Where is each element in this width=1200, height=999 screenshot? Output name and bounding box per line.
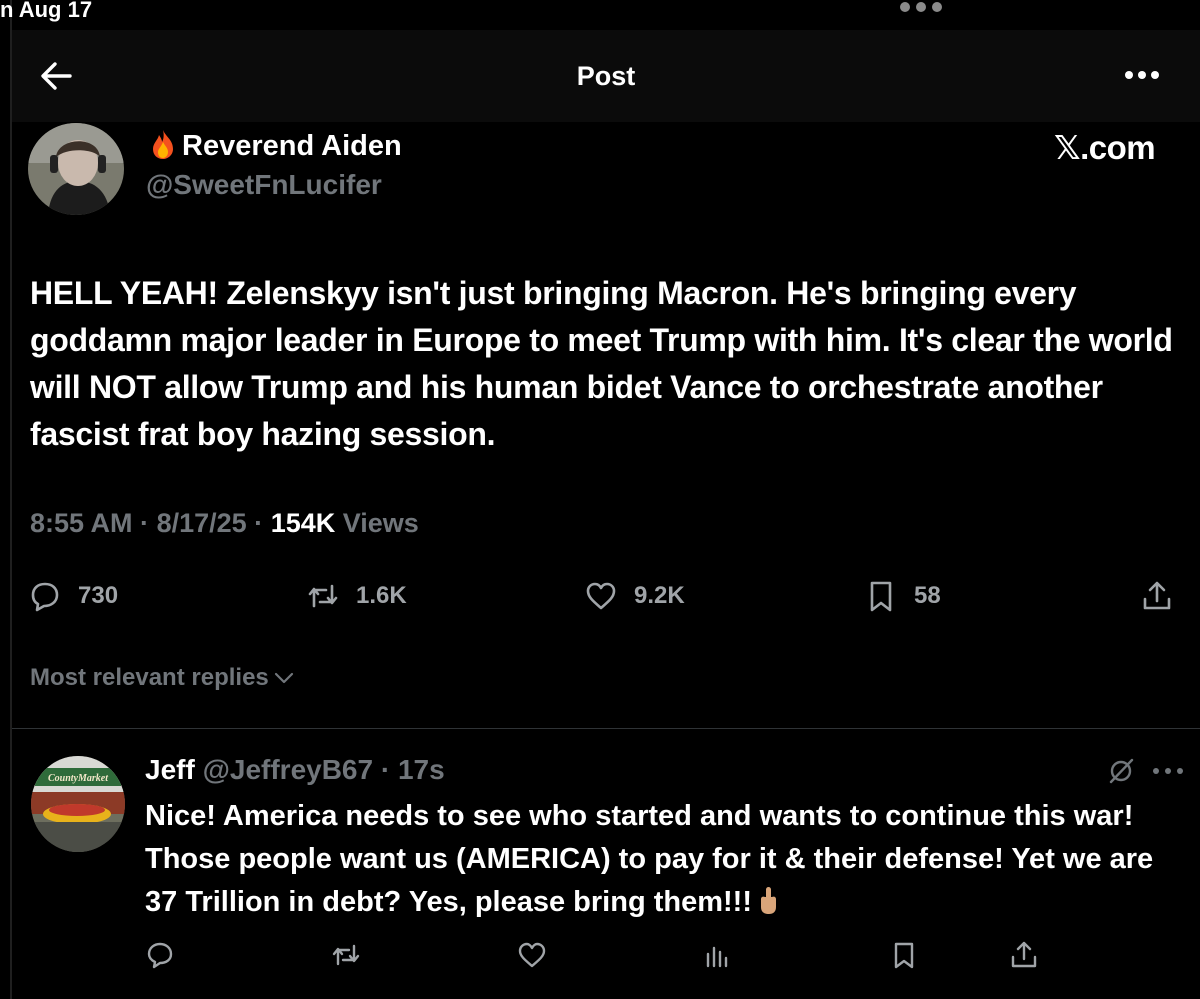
post-text: HELL YEAH! Zelenskyy isn't just bringing… (30, 275, 1173, 452)
reply-header: Jeff @JeffreyB67 · 17s (145, 754, 445, 786)
heart-icon (586, 582, 616, 610)
bookmark-count: 58 (914, 582, 941, 609)
reply-author-handle[interactable]: @JeffreyB67 (203, 754, 374, 785)
author-name[interactable]: Reverend Aiden (148, 128, 402, 163)
meta-separator: · (254, 508, 264, 538)
author-avatar[interactable] (28, 123, 124, 215)
reply-comment-icon[interactable] (145, 940, 175, 970)
post-date: 8/17/25 (156, 508, 247, 538)
reply-bookmark-icon[interactable] (889, 940, 919, 970)
replies-sort-label: Most relevant replies (30, 664, 269, 691)
reply-bar-chart-icon[interactable] (703, 940, 733, 970)
share-button[interactable] (1140, 578, 1190, 614)
page-title: Post (576, 61, 636, 91)
status-date: n Aug 17 (0, 0, 93, 22)
like-count: 9.2K (634, 582, 685, 609)
author-handle[interactable]: @SweetFnLucifer (146, 169, 382, 201)
replies-sort-dropdown[interactable]: Most relevant replies (30, 664, 295, 692)
reply-author-name[interactable]: Jeff (145, 754, 195, 785)
reply-avatar[interactable]: CountyMarket (31, 756, 125, 852)
reply-heart-icon[interactable] (517, 940, 547, 970)
reply-repost-icon[interactable] (331, 940, 361, 970)
reply-text-body: Nice! America needs to see who started a… (145, 800, 1154, 918)
section-divider (12, 728, 1200, 729)
reply-time: 17s (397, 754, 445, 785)
repost-button[interactable]: 1.6K (306, 578, 407, 614)
middle-finger-emoji-icon (760, 887, 776, 914)
top-header: Post (12, 30, 1200, 122)
reply-count: 730 (78, 582, 119, 609)
reply-text: Nice! America needs to see who started a… (145, 795, 1185, 924)
views-label: Views (342, 508, 419, 538)
x-watermark: 𝕏.com (1054, 129, 1156, 166)
status-bar: n Aug 17 (0, 0, 1200, 30)
views-count: 154K (270, 508, 336, 538)
like-button[interactable]: 9.2K (584, 578, 685, 614)
more-horizontal-icon[interactable] (1152, 764, 1184, 778)
store-sign-text: CountyMarket (48, 773, 109, 784)
repost-icon (308, 584, 338, 608)
meta-separator: · (380, 754, 391, 785)
bookmark-icon (870, 581, 892, 612)
grok-icon[interactable] (1106, 756, 1136, 786)
repost-count: 1.6K (356, 582, 407, 609)
fire-emoji-icon (153, 130, 173, 159)
bookmark-button[interactable]: 58 (864, 578, 941, 614)
post-meta: 8:55 AM · 8/17/25 · 154K Views (30, 508, 419, 539)
multitasking-dots-icon[interactable] (900, 2, 942, 16)
chevron-down-icon (274, 672, 293, 684)
author-name-text: Reverend Aiden (182, 130, 402, 162)
more-horizontal-icon[interactable] (1124, 60, 1160, 90)
meta-separator: · (140, 508, 150, 538)
reply-share-icon[interactable] (1009, 940, 1039, 970)
share-icon (1143, 581, 1171, 610)
comment-icon (31, 582, 59, 612)
post-time: 8:55 AM (30, 508, 133, 538)
reply-button[interactable]: 730 (28, 578, 118, 614)
left-edge-divider (10, 0, 12, 999)
